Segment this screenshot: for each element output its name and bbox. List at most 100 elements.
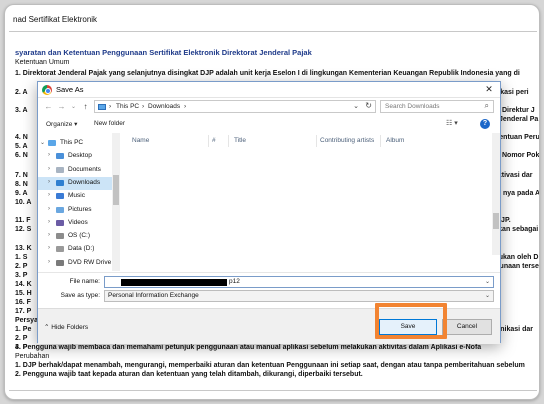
navigation-scroll-thumb[interactable]	[113, 175, 119, 205]
chevron-right-icon[interactable]: ›	[48, 219, 50, 225]
search-placeholder: Search Downloads	[385, 103, 440, 110]
sidebar-item-label: Music	[68, 192, 85, 200]
breadcrumb-downloads[interactable]: Downloads	[148, 103, 180, 110]
column-header-number[interactable]: #	[212, 137, 216, 144]
sidebar-item-documents[interactable]: › Documents	[38, 164, 112, 177]
sidebar-item-videos[interactable]: › Videos	[38, 217, 112, 230]
document-line: 7. N	[15, 172, 28, 179]
document-line: 4. N	[15, 134, 28, 141]
file-name-input[interactable]: p12 ⌄	[104, 276, 494, 288]
sidebar-item-label: Videos	[68, 218, 88, 226]
column-divider[interactable]	[380, 135, 381, 147]
navigation-scrollbar[interactable]	[112, 133, 120, 271]
sidebar-item-dvd-rw-drive[interactable]: › DVD RW Drive	[38, 257, 112, 270]
breadcrumb-this-pc[interactable]: This PC	[116, 103, 139, 110]
chevron-right-icon[interactable]: ›	[48, 179, 50, 185]
folder-icon	[48, 140, 56, 146]
chevron-right-icon[interactable]: ›	[48, 232, 50, 238]
new-folder-button[interactable]: New folder	[94, 120, 125, 127]
chevron-right-icon[interactable]: ›	[48, 259, 50, 265]
column-header-album[interactable]: Album	[386, 137, 404, 144]
column-header-name[interactable]: Name	[132, 137, 149, 144]
hide-folders-label: Hide Folders	[51, 324, 89, 331]
sidebar-item-os-c[interactable]: › OS (C:)	[38, 230, 112, 243]
folder-icon	[56, 193, 64, 200]
sidebar-item-downloads[interactable]: › Downloads	[38, 176, 112, 190]
file-name-dropdown-icon[interactable]: ⌄	[485, 278, 490, 285]
document-line: unikasi dar	[496, 326, 533, 333]
address-bar[interactable]: › This PC › Downloads › ⌄ ↻	[94, 100, 376, 113]
document-line: 6. N	[15, 152, 28, 159]
chevron-right-icon[interactable]: ›	[48, 192, 50, 198]
refresh-icon[interactable]: ↻	[365, 101, 372, 110]
address-dropdown-icon[interactable]: ⌄	[353, 102, 359, 110]
up-folder-icon[interactable]: ↑	[81, 102, 90, 111]
chevron-right-icon[interactable]: ›	[48, 206, 50, 212]
navigation-pane: ⌄ This PC › Desktop › Documents › Downloads › Mus…	[38, 133, 120, 271]
document-line: 2. P	[15, 263, 28, 270]
folder-icon	[56, 246, 64, 253]
sidebar-item-music[interactable]: › Music	[38, 190, 112, 203]
search-input[interactable]: Search Downloads ⌕	[380, 100, 494, 113]
recent-locations-dropdown-icon[interactable]: ⌄	[69, 103, 78, 110]
column-divider[interactable]	[316, 135, 317, 147]
file-name-suffix: p12	[229, 278, 240, 285]
document-line: 11. F	[15, 217, 31, 224]
help-icon[interactable]: ?	[480, 119, 490, 129]
document-line: 13. K	[15, 245, 32, 252]
close-icon[interactable]: ✕	[482, 83, 496, 96]
chevron-right-icon[interactable]: ›	[48, 152, 50, 158]
document-line: Nomor Pok	[502, 152, 540, 159]
chevron-right-icon[interactable]: ›	[48, 166, 50, 172]
dialog-titlebar: Save As ✕	[38, 82, 500, 98]
change-view-icon[interactable]: ☷ ▾	[446, 119, 458, 127]
save-as-type-dropdown-icon[interactable]: ⌄	[485, 292, 490, 299]
breadcrumb-root-chevron[interactable]: ›	[109, 103, 111, 110]
file-list-scroll-thumb[interactable]	[493, 213, 499, 229]
document-line: 1. Direktorat Jenderal Pajak yang selanj…	[15, 70, 520, 77]
save-as-type-select[interactable]: Personal Information Exchange ⌄	[104, 290, 494, 302]
cancel-button[interactable]: Cancel	[442, 319, 492, 335]
save-form: File name: p12 ⌄ Save as type: Personal …	[38, 272, 500, 304]
sidebar-item-label: This PC	[60, 139, 84, 146]
document-line: 1. S	[15, 254, 28, 261]
breadcrumb-separator[interactable]: ›	[142, 103, 144, 110]
file-list-pane[interactable]: Name # Title Contributing artists Album	[122, 133, 498, 271]
forward-arrow-icon[interactable]: →	[57, 102, 66, 111]
column-header-title[interactable]: Title	[234, 137, 246, 144]
save-as-type-label: Save as type:	[60, 292, 100, 299]
document-line: 5. A	[15, 143, 28, 150]
organize-button[interactable]: Organize ▾	[46, 120, 77, 128]
chevron-right-icon[interactable]: ›	[48, 245, 50, 251]
folder-icon	[56, 219, 64, 226]
document-line: 9. A	[15, 190, 28, 197]
document-divider	[9, 31, 537, 32]
chrome-app-icon	[42, 85, 52, 95]
document-heading: syaratan dan Ketentuan Penggunaan Sertif…	[15, 48, 312, 57]
column-divider[interactable]	[228, 135, 229, 147]
file-list-scrollbar[interactable]	[492, 133, 500, 255]
document-line: Direktur J	[502, 107, 535, 114]
redacted-filename	[121, 279, 227, 286]
save-button[interactable]: Save	[379, 319, 437, 335]
sidebar-item-pictures[interactable]: › Pictures	[38, 204, 112, 217]
chevron-down-icon[interactable]: ⌄	[40, 139, 45, 146]
sidebar-item-this-pc[interactable]: ⌄ This PC	[38, 137, 112, 150]
breadcrumb-tail-chevron[interactable]: ›	[184, 103, 186, 110]
sidebar-item-desktop[interactable]: › Desktop	[38, 150, 112, 163]
sidebar-item-label: OS (C:)	[68, 232, 91, 240]
sidebar-item-data-d[interactable]: › Data (D:)	[38, 243, 112, 256]
document-line: 8. N	[15, 181, 28, 188]
back-arrow-icon[interactable]: ←	[44, 102, 53, 111]
document-line: Ketentuan Umum	[15, 59, 70, 66]
save-as-dialog: Save As ✕ ← → ⌄ ↑ › This PC › Downloads …	[37, 81, 501, 344]
document-line: 1. Pe	[15, 326, 32, 333]
document-line: Perubahan	[15, 353, 50, 360]
column-header-contributing-artists[interactable]: Contributing artists	[320, 137, 374, 144]
hide-folders-button[interactable]: ⌃ Hide Folders	[44, 323, 88, 331]
screenshot-frame: nad Sertifikat Elektronik syaratan dan K…	[4, 4, 540, 400]
folder-icon	[56, 153, 64, 160]
search-icon: ⌕	[484, 101, 489, 110]
dialog-footer: ⌃ Hide Folders Save Cancel	[38, 308, 500, 344]
column-divider[interactable]	[208, 135, 209, 147]
